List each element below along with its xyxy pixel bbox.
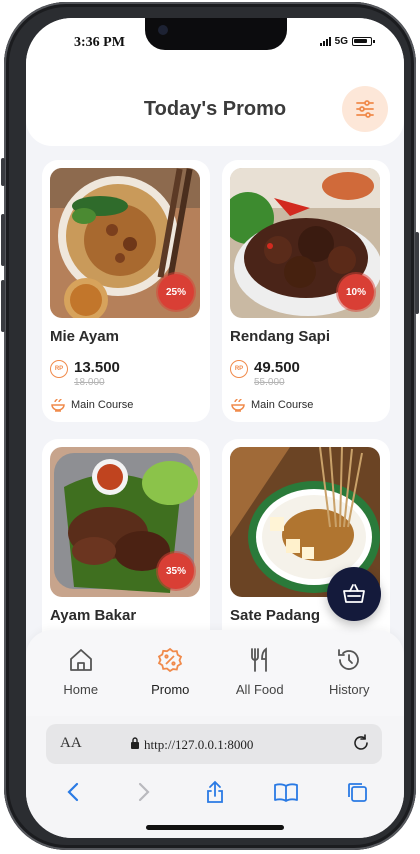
basket-icon xyxy=(343,584,365,603)
camera-dot xyxy=(158,25,168,35)
currency-icon: RP xyxy=(230,360,248,378)
bottom-navigation: Home Promo All Food History xyxy=(26,630,404,716)
price-row: RP 49.500 55.000 xyxy=(230,359,382,388)
food-image: 10% xyxy=(230,168,380,318)
browser-chrome: AA http://127.0.0.1:8000 xyxy=(26,716,404,838)
lock-icon xyxy=(131,737,139,749)
share-icon xyxy=(207,780,223,803)
chevron-right-icon xyxy=(139,782,150,802)
nav-label: Home xyxy=(63,682,99,697)
discount-badge: 35% xyxy=(158,553,194,589)
product-name: Mie Ayam xyxy=(50,328,119,345)
share-button[interactable] xyxy=(195,778,235,806)
product-name: Ayam Bakar xyxy=(50,607,137,624)
category-row: Main Course xyxy=(230,398,382,412)
reload-icon[interactable] xyxy=(352,734,370,752)
signal-icon xyxy=(319,37,331,46)
product-name: Rendang Sapi xyxy=(230,328,331,345)
address-bar[interactable]: AA http://127.0.0.1:8000 xyxy=(46,724,382,764)
product-old-price: 55.000 xyxy=(254,377,285,388)
screen: 3:36 PM 5G Today's Promo 25% Mie Ayam RP… xyxy=(26,18,404,838)
home-indicator xyxy=(146,825,284,830)
product-card-rendang-sapi[interactable]: 10% Rendang Sapi RP 49.500 55.000 Main C… xyxy=(222,160,390,422)
forward-button[interactable] xyxy=(124,778,164,806)
nav-label: Promo xyxy=(151,682,190,697)
product-price: 13.500 xyxy=(74,359,120,376)
power-button xyxy=(415,232,419,314)
product-card-mie-ayam[interactable]: 25% Mie Ayam RP 13.500 18.000 Main Cours… xyxy=(42,160,210,422)
url-text: http://127.0.0.1:8000 xyxy=(144,737,254,752)
price-row: RP 13.500 18.000 xyxy=(50,359,202,388)
nav-home[interactable]: Home xyxy=(39,630,123,716)
mute-switch xyxy=(1,158,5,186)
utensils-icon xyxy=(246,646,274,674)
category-row: Main Course xyxy=(50,398,202,412)
phone-frame: 3:36 PM 5G Today's Promo 25% Mie Ayam RP… xyxy=(1,2,419,850)
bowl-icon xyxy=(51,398,65,412)
discount-badge: 25% xyxy=(158,274,194,310)
status-indicators: 5G xyxy=(319,36,375,47)
promo-badge-icon xyxy=(156,646,184,674)
nav-promo[interactable]: Promo xyxy=(128,630,212,716)
bookmarks-button[interactable] xyxy=(266,778,306,806)
bowl-icon xyxy=(231,398,245,412)
cart-button[interactable] xyxy=(327,567,381,621)
currency-icon: RP xyxy=(50,360,68,378)
battery-icon xyxy=(352,37,375,46)
notch xyxy=(145,18,287,50)
sliders-icon xyxy=(356,100,374,118)
tabs-icon xyxy=(347,783,367,802)
volume-down-button xyxy=(1,280,5,332)
page-header: Today's Promo xyxy=(26,62,404,146)
food-image: 25% xyxy=(50,168,200,318)
browser-toolbar xyxy=(26,778,404,806)
volume-up-button xyxy=(1,214,5,266)
food-image: 35% xyxy=(50,447,200,597)
nav-all-food[interactable]: All Food xyxy=(218,630,302,716)
history-icon xyxy=(335,646,363,674)
home-icon xyxy=(67,646,95,674)
status-time: 3:36 PM xyxy=(74,35,125,50)
text-size-button[interactable]: AA xyxy=(60,735,82,752)
product-category: Main Course xyxy=(71,399,134,411)
nav-label: All Food xyxy=(235,682,284,697)
discount-badge: 10% xyxy=(338,274,374,310)
chevron-left-icon xyxy=(67,782,79,802)
nav-label: History xyxy=(329,682,370,697)
product-price: 49.500 xyxy=(254,359,300,376)
filter-button[interactable] xyxy=(342,86,388,132)
product-category: Main Course xyxy=(251,399,314,411)
product-old-price: 18.000 xyxy=(74,377,105,388)
tabs-button[interactable] xyxy=(337,778,377,806)
back-button[interactable] xyxy=(53,778,93,806)
nav-history[interactable]: History xyxy=(307,630,391,716)
book-icon xyxy=(273,783,298,802)
network-label: 5G xyxy=(334,36,348,47)
